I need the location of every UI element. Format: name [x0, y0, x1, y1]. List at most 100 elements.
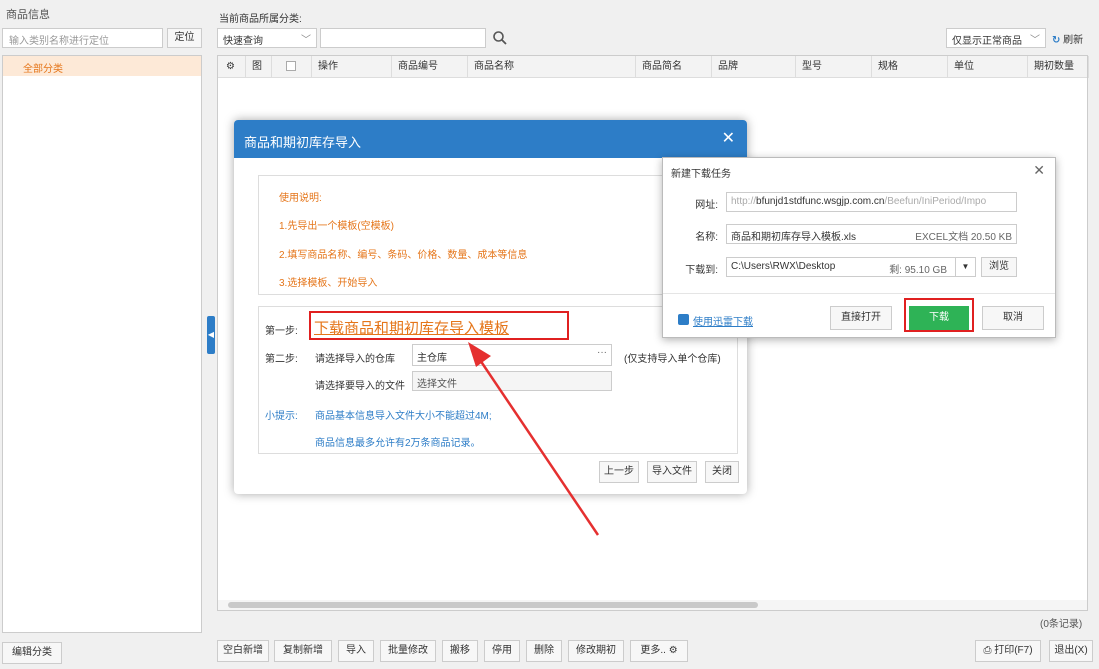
scroll-thumb[interactable] [228, 602, 758, 608]
instruction-2: 2.填写商品名称、编号、条码、价格、数量、成本等信息 [279, 250, 528, 261]
grid-header: ⚙ 图 操作 商品编号 商品名称 商品简名 品牌 型号 规格 单位 期初数量 [218, 56, 1089, 78]
select-all-checkbox[interactable] [272, 56, 312, 78]
instruction-3: 3.选择模板、开始导入 [279, 278, 378, 289]
chevron-down-icon: ﹀ [1030, 35, 1040, 46]
prev-step-button[interactable]: 上一步 [599, 461, 639, 483]
save-path-select[interactable]: C:\Users\RWX\Desktop 剩: 95.10 GB ▼ [726, 257, 976, 277]
download-dialog: 新建下载任务 ✕ 网址: http://bfunjd1stdfunc.wsgjp… [662, 157, 1056, 338]
url-prefix: http:// [731, 196, 757, 207]
url-field: http://bfunjd1stdfunc.wsgjp.com.cn/Beefu… [726, 192, 1017, 212]
use-xunlei-link[interactable]: 使用迅雷下载 [678, 313, 753, 328]
col-model[interactable]: 型号 [796, 56, 872, 78]
chevron-down-icon: ﹀ [301, 35, 311, 46]
free-space: 剩: 95.10 GB [889, 265, 947, 276]
refresh-button[interactable]: ↻ 刷新 [1052, 31, 1083, 46]
divider [663, 293, 1055, 294]
file-label: 请选择要导入的文件 [315, 381, 405, 392]
category-panel: 商品信息 输入类别名称进行定位 定位 全部分类 编辑分类 [0, 0, 205, 669]
col-name[interactable]: 商品名称 [468, 56, 636, 78]
batch-edit-button[interactable]: 批量修改 [380, 640, 436, 662]
tip-label: 小提示: [265, 411, 298, 422]
highlight-box [309, 311, 569, 340]
choose-file-button[interactable]: 选择文件 [412, 371, 612, 391]
panel-splitter[interactable]: ◀ [207, 316, 215, 354]
import-file-button[interactable]: 导入文件 [647, 461, 697, 483]
filter-select[interactable]: 快速查询 ﹀ [217, 28, 317, 48]
more-button[interactable]: 更多.. ⚙ [630, 640, 688, 662]
warehouse-field[interactable]: 主仓库 ··· [412, 344, 612, 366]
open-directly-button[interactable]: 直接打开 [830, 306, 892, 330]
warehouse-label: 请选择导入的仓库 [315, 354, 395, 365]
col-image[interactable]: 图 [246, 56, 272, 78]
url-label: 网址: [695, 200, 718, 211]
step1-label: 第一步: [265, 326, 298, 337]
xunlei-icon [678, 314, 689, 325]
show-status-value: 仅显示正常商品 [952, 36, 1022, 47]
blank-add-button[interactable]: 空白新增 [217, 640, 269, 662]
printer-icon: ⎙ [983, 645, 992, 656]
collapse-arrow-icon: ◀ [207, 330, 215, 339]
browse-button[interactable]: 浏览 [981, 257, 1017, 277]
download-button[interactable]: 下载 [909, 306, 969, 330]
more-label: 更多.. [640, 645, 666, 656]
import-dialog-title: 商品和期初库存导入 [244, 135, 362, 150]
tip-2: 商品信息最多允许有2万条商品记录。 [315, 438, 481, 449]
dropdown-arrow-icon[interactable]: ▼ [955, 258, 975, 276]
record-count: (0条记录) [1040, 619, 1083, 630]
url-host: bfunjd1stdfunc.wsgjp.com.cn [756, 196, 885, 207]
tip-1: 商品基本信息导入文件大小不能超过4M; [315, 411, 492, 422]
horizontal-scrollbar[interactable] [218, 600, 1087, 610]
category-tree: 全部分类 [2, 55, 202, 633]
copy-add-button[interactable]: 复制新增 [274, 640, 332, 662]
filter-select-value: 快速查询 [223, 36, 263, 47]
file-name-value: 商品和期初库存导入模板.xls [731, 232, 856, 243]
refresh-icon: ↻ [1052, 35, 1061, 46]
name-label: 名称: [695, 232, 718, 243]
category-label: 当前商品所属分类: [219, 14, 302, 25]
gear-icon: ⚙ [668, 645, 678, 656]
save-to-label: 下载到: [685, 265, 718, 276]
col-initial-qty[interactable]: 期初数量 [1028, 56, 1089, 78]
url-rest: /Beefun/IniPeriod/Impo [884, 196, 987, 207]
warehouse-value: 主仓库 [417, 353, 447, 364]
panel-title: 商品信息 [6, 9, 50, 21]
step2-label: 第二步: [265, 354, 298, 365]
more-icon[interactable]: ··· [597, 347, 607, 358]
col-code[interactable]: 商品编号 [392, 56, 468, 78]
save-path-value: C:\Users\RWX\Desktop [731, 261, 836, 272]
close-button[interactable]: 关闭 [705, 461, 739, 483]
file-name-input[interactable]: 商品和期初库存导入模板.xls EXCEL文档 20.50 KB [726, 224, 1017, 244]
import-dialog-header: 商品和期初库存导入 ✕ [234, 120, 747, 158]
instruction-1: 1.先导出一个模板(空模板) [279, 221, 394, 232]
search-icon[interactable] [492, 30, 508, 46]
delete-button[interactable]: 删除 [526, 640, 562, 662]
edit-initial-button[interactable]: 修改期初 [568, 640, 624, 662]
col-spec[interactable]: 规格 [872, 56, 948, 78]
filter-input[interactable] [320, 28, 486, 48]
instruction-heading: 使用说明: [279, 193, 322, 204]
warehouse-note: (仅支持导入单个仓库) [624, 354, 721, 365]
edit-category-button[interactable]: 编辑分类 [2, 642, 62, 664]
locate-button[interactable]: 定位 [167, 28, 202, 48]
exit-button[interactable]: 退出(X) [1049, 640, 1093, 662]
col-unit[interactable]: 单位 [948, 56, 1028, 78]
category-search-input[interactable]: 输入类别名称进行定位 [2, 28, 163, 48]
col-action[interactable]: 操作 [312, 56, 392, 78]
download-dialog-title: 新建下载任务 [671, 169, 731, 180]
cancel-button[interactable]: 取消 [982, 306, 1044, 330]
show-status-select[interactable]: 仅显示正常商品 ﹀ [946, 28, 1046, 48]
move-button[interactable]: 搬移 [442, 640, 478, 662]
close-icon[interactable]: ✕ [1033, 162, 1045, 179]
print-button[interactable]: ⎙ 打印(F7) [975, 640, 1041, 662]
file-meta: EXCEL文档 20.50 KB [915, 232, 1012, 243]
import-button[interactable]: 导入 [338, 640, 374, 662]
disable-button[interactable]: 停用 [484, 640, 520, 662]
gear-icon[interactable]: ⚙ [218, 56, 246, 78]
close-icon[interactable]: ✕ [722, 128, 735, 148]
print-label: 打印(F7) [994, 645, 1033, 656]
refresh-label: 刷新 [1063, 35, 1084, 46]
col-short-name[interactable]: 商品简名 [636, 56, 712, 78]
col-brand[interactable]: 品牌 [712, 56, 796, 78]
xunlei-label: 使用迅雷下载 [693, 317, 753, 328]
tree-item-all[interactable]: 全部分类 [3, 56, 201, 76]
